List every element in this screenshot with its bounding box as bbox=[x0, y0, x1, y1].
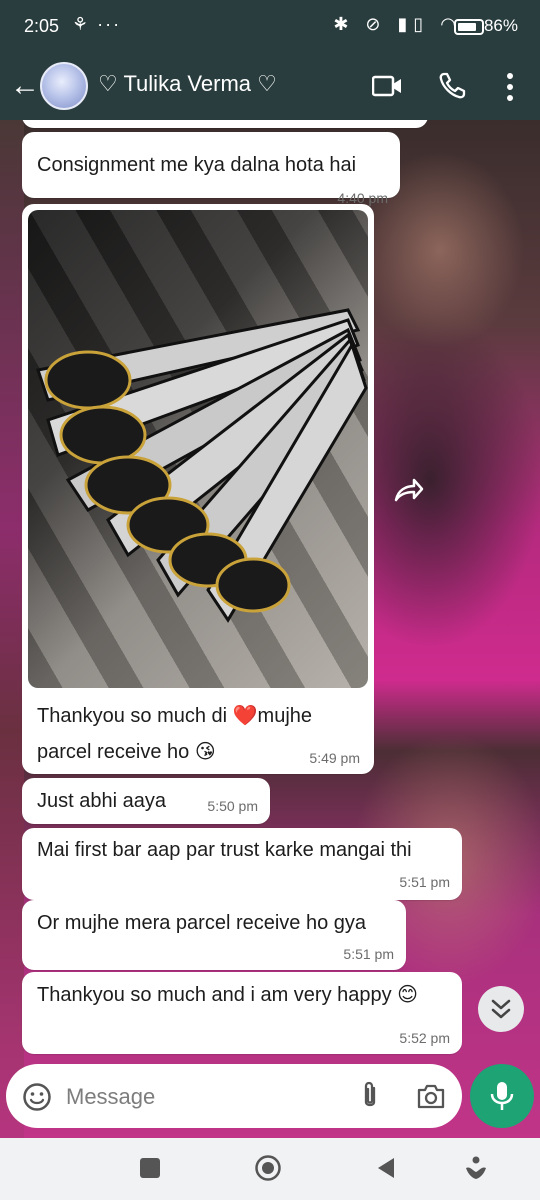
attachment-icon[interactable] bbox=[358, 1080, 382, 1112]
message-time: 5:51 pm bbox=[399, 874, 450, 890]
message-bubble[interactable]: Thankyou so much and i am very happy 😊 5… bbox=[22, 972, 462, 1054]
message-time: 5:50 pm bbox=[207, 798, 258, 814]
video-call-icon[interactable] bbox=[372, 74, 402, 98]
wallpaper-edge bbox=[0, 120, 24, 1138]
microphone-icon bbox=[490, 1082, 514, 1110]
forward-icon[interactable] bbox=[388, 470, 428, 510]
more-options-icon[interactable] bbox=[504, 72, 516, 102]
recent-apps-icon[interactable] bbox=[140, 1158, 160, 1178]
camera-icon[interactable] bbox=[416, 1082, 446, 1110]
status-time: 2:05 bbox=[24, 16, 60, 36]
battery-icon bbox=[454, 19, 484, 35]
message-time: 5:52 pm bbox=[399, 1030, 450, 1046]
message-time: 5:51 pm bbox=[343, 946, 394, 962]
system-navigation-bar bbox=[0, 1138, 540, 1200]
notification-icons: ⚘ ··· bbox=[72, 14, 122, 34]
image-caption: Thankyou so much di ❤️mujhe parcel recei… bbox=[37, 705, 313, 763]
message-text: Consignment me kya dalna hota hai bbox=[37, 154, 357, 176]
message-text: Just abhi aaya bbox=[37, 790, 166, 812]
message-input[interactable]: Message bbox=[66, 1084, 155, 1110]
mehndi-cones-illustration bbox=[36, 308, 368, 623]
message-text: Or mujhe mera parcel receive ho gya bbox=[37, 912, 367, 934]
back-arrow-icon[interactable]: ← bbox=[10, 68, 40, 104]
previous-message-bubble[interactable] bbox=[22, 120, 428, 128]
mehndi-cones-photo[interactable] bbox=[28, 210, 368, 688]
message-composer[interactable]: Message bbox=[6, 1064, 462, 1128]
emoji-icon[interactable] bbox=[22, 1082, 52, 1112]
home-icon[interactable] bbox=[254, 1154, 282, 1182]
contact-avatar[interactable] bbox=[40, 62, 88, 110]
voice-message-button[interactable] bbox=[470, 1064, 534, 1128]
message-text: Thankyou so much and i am very happy 😊 bbox=[37, 984, 419, 1006]
back-nav-icon[interactable] bbox=[374, 1156, 398, 1180]
message-time: 5:49 pm bbox=[309, 750, 360, 766]
battery-percent: 86% bbox=[483, 16, 518, 35]
assistant-icon[interactable] bbox=[464, 1154, 488, 1182]
message-bubble[interactable]: Just abhi aaya 5:50 pm bbox=[22, 778, 270, 824]
double-chevron-down-icon bbox=[491, 999, 511, 1019]
system-icons: ✱ ⊘ ▮▯ ◠ bbox=[333, 14, 462, 34]
message-bubble[interactable]: Or mujhe mera parcel receive ho gya 5:51… bbox=[22, 900, 406, 970]
status-bar: 2:05 ⚘ ··· ✱ ⊘ ▮▯ ◠ 86% bbox=[0, 0, 540, 54]
chat-area[interactable]: Consignment me kya dalna hota hai 4:40 p… bbox=[0, 120, 540, 1138]
message-bubble[interactable]: Mai first bar aap par trust karke mangai… bbox=[22, 828, 462, 900]
message-text: Mai first bar aap par trust karke mangai… bbox=[37, 839, 412, 861]
phone-call-icon[interactable] bbox=[438, 72, 466, 100]
chat-header: ← ♡ Tulika Verma ♡ bbox=[0, 54, 540, 120]
scroll-to-bottom-button[interactable] bbox=[478, 986, 524, 1032]
message-bubble[interactable]: Consignment me kya dalna hota hai 4:40 p… bbox=[22, 132, 400, 206]
contact-name[interactable]: ♡ Tulika Verma ♡ bbox=[98, 71, 277, 97]
image-message-bubble[interactable]: Thankyou so much di ❤️mujhe parcel recei… bbox=[22, 204, 374, 774]
